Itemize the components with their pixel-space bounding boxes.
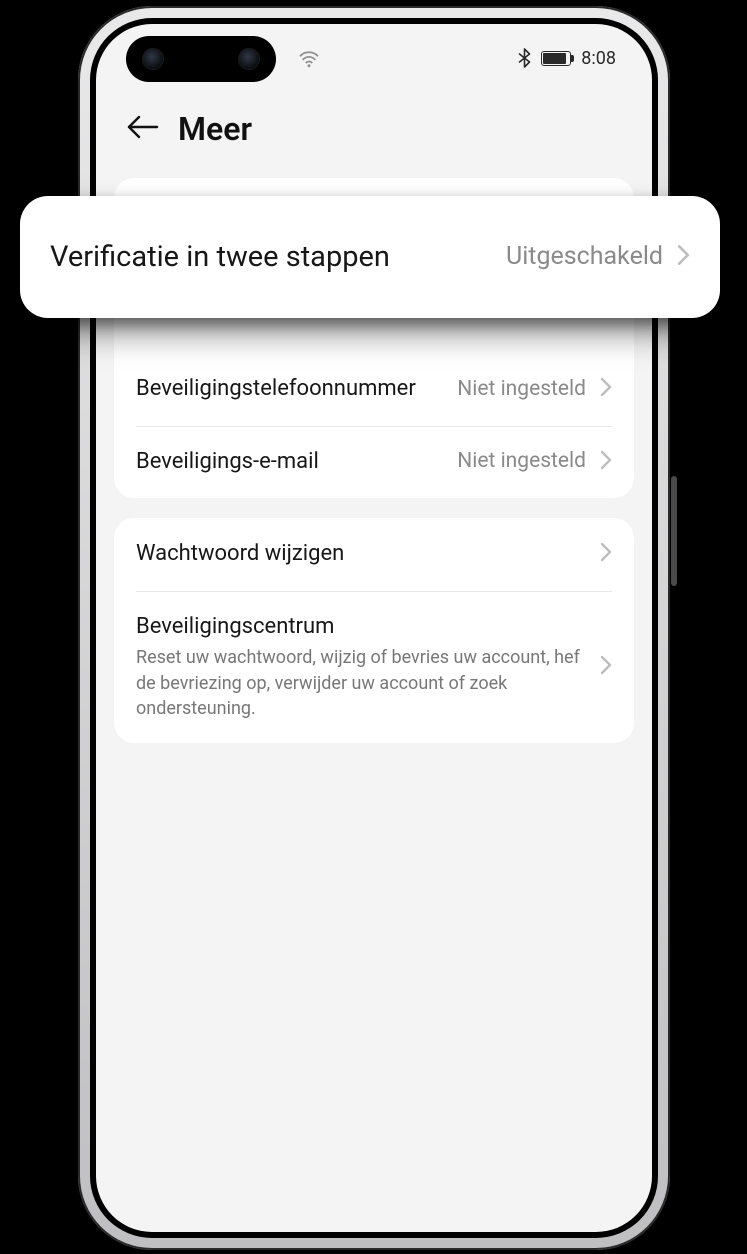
row-change-password[interactable]: Wachtwoord wijzigen: [114, 518, 634, 591]
chevron-right-icon: [600, 377, 612, 401]
camera-notch: [126, 36, 276, 82]
chevron-right-icon: [600, 450, 612, 474]
wifi-icon: [298, 50, 320, 68]
chevron-right-icon: [600, 655, 612, 679]
page-title: Meer: [178, 110, 252, 148]
row-subtitle: Reset uw wachtwoord, wijzig of bevries u…: [136, 645, 586, 721]
row-value: Niet ingesteld: [457, 449, 586, 474]
row-text: Beveiligingscentrum Reset uw wachtwoord,…: [136, 613, 586, 721]
row-label: Beveiligingstelefoonnummer: [136, 375, 443, 404]
chevron-right-icon: [677, 244, 690, 270]
battery-icon: [541, 51, 571, 66]
app-header: Meer: [96, 92, 652, 178]
row-label: Verificatie in twee stappen: [50, 240, 492, 274]
row-label: Wachtwoord wijzigen: [136, 540, 586, 569]
row-two-step-verification[interactable]: Verificatie in twee stappen Uitgeschakel…: [20, 196, 720, 318]
row-label: Beveiligings-e-mail: [136, 448, 443, 477]
row-value: Niet ingesteld: [457, 377, 586, 402]
row-security-email[interactable]: Beveiligings-e-mail Niet ingesteld: [114, 426, 634, 499]
front-camera-left-icon: [142, 48, 164, 70]
row-label: Beveiligingscentrum: [136, 613, 586, 642]
bluetooth-icon: [518, 48, 531, 68]
back-button[interactable]: [126, 114, 160, 144]
phone-frame: 8:08 Meer Beveiligingstelefoonnummer Nie…: [78, 6, 670, 1250]
row-security-center[interactable]: Beveiligingscentrum Reset uw wachtwoord,…: [114, 591, 634, 743]
chevron-right-icon: [600, 542, 612, 566]
settings-group-account: Wachtwoord wijzigen Beveiligingscentrum …: [114, 518, 634, 743]
row-security-phone[interactable]: Beveiligingstelefoonnummer Niet ingestel…: [114, 353, 634, 426]
front-camera-right-icon: [238, 48, 260, 70]
status-time: 8:08: [581, 48, 616, 69]
row-value: Uitgeschakeld: [506, 243, 663, 272]
